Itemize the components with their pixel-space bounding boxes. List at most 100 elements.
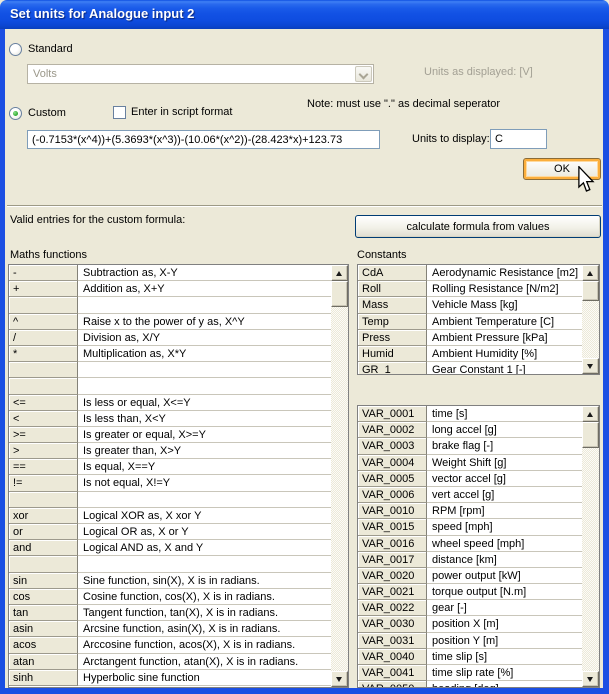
variables-rows: VAR_0001time [s]VAR_0002long accel [g]VA… <box>358 406 582 687</box>
table-row: VAR_0030position X [m] <box>358 616 582 632</box>
row-key-cell: VAR_0004 <box>358 455 427 471</box>
table-row: acosArccosine function, acos(X), X is in… <box>9 637 331 653</box>
maths-scrollbar[interactable] <box>331 265 348 687</box>
scrollbar-thumb[interactable] <box>582 281 599 301</box>
row-desc-cell: vector accel [g] <box>427 471 582 487</box>
title-bar[interactable]: Set units for Analogue input 2 <box>0 0 609 29</box>
row-key-cell: VAR_0005 <box>358 471 427 487</box>
table-row <box>9 378 331 394</box>
row-desc-cell: Logical AND as, X and Y <box>78 540 331 556</box>
row-key-cell: VAR_0015 <box>358 519 427 535</box>
row-desc-cell: Rolling Resistance [N/m2] <box>427 281 582 297</box>
scroll-down-button[interactable] <box>582 358 599 374</box>
row-desc-cell: distance [km] <box>427 552 582 568</box>
row-desc-cell: Cosine function, cos(X), X is in radians… <box>78 589 331 605</box>
mouse-cursor-icon <box>577 166 595 196</box>
row-key-cell: sinh <box>9 670 78 686</box>
standard-radio-label: Standard <box>28 43 73 55</box>
constants-scrollbar[interactable] <box>582 265 599 374</box>
row-desc-cell: Is less than, X<Y <box>78 411 331 427</box>
row-desc-cell: gear [-] <box>427 600 582 616</box>
row-desc-cell: Weight Shift [g] <box>427 455 582 471</box>
row-key-cell: VAR_0003 <box>358 438 427 454</box>
row-key-cell: sin <box>9 573 78 589</box>
triangle-down-icon <box>587 677 593 682</box>
row-key-cell: <= <box>9 395 78 411</box>
triangle-up-icon <box>587 412 593 417</box>
row-key-cell <box>9 362 78 378</box>
row-desc-cell: position Y [m] <box>427 633 582 649</box>
scroll-down-button[interactable] <box>582 671 599 687</box>
table-row <box>9 297 331 313</box>
row-desc-cell: Raise x to the power of y as, X^Y <box>78 314 331 330</box>
chevron-down-icon <box>359 70 369 80</box>
row-key-cell: VAR_0040 <box>358 649 427 665</box>
table-row: tanTangent function, tan(X), X is in rad… <box>9 605 331 621</box>
scroll-up-button[interactable] <box>582 406 599 422</box>
row-key-cell: VAR_0010 <box>358 503 427 519</box>
row-desc-cell: Arctangent function, atan(X), X is in ra… <box>78 654 331 670</box>
table-row: asinArcsine function, asin(X), X is in r… <box>9 621 331 637</box>
row-key-cell: GR_1 <box>358 362 427 374</box>
table-row: VAR_0015speed [mph] <box>358 519 582 535</box>
scroll-up-button[interactable] <box>331 265 348 281</box>
table-row: orLogical OR as, X or Y <box>9 524 331 540</box>
table-row: TempAmbient Temperature [C] <box>358 314 582 330</box>
table-row: >=Is greater or equal, X>=Y <box>9 427 331 443</box>
row-desc-cell: Is not equal, X!=Y <box>78 475 331 491</box>
scrollbar-thumb[interactable] <box>582 422 599 448</box>
standard-radio[interactable] <box>9 43 22 56</box>
scroll-up-button[interactable] <box>582 265 599 281</box>
row-desc-cell: Subtraction as, X-Y <box>78 265 331 281</box>
formula-input[interactable] <box>27 130 380 149</box>
combobox-dropdown-button[interactable] <box>355 66 372 82</box>
scrollbar-track[interactable] <box>582 301 599 358</box>
row-desc-cell: heading [deg] <box>427 681 582 687</box>
calculate-formula-button[interactable]: calculate formula from values <box>355 215 601 238</box>
row-desc-cell: long accel [g] <box>427 422 582 438</box>
custom-radio[interactable] <box>9 107 22 120</box>
table-row <box>9 556 331 572</box>
table-row: <=Is less or equal, X<=Y <box>9 395 331 411</box>
script-format-checkbox[interactable] <box>113 106 126 119</box>
row-desc-cell: time slip [s] <box>427 649 582 665</box>
table-row: ==Is equal, X==Y <box>9 459 331 475</box>
valid-entries-label: Valid entries for the custom formula: <box>10 214 185 226</box>
row-key-cell <box>9 297 78 313</box>
row-desc-cell: Ambient Humidity [%] <box>427 346 582 362</box>
table-row: VAR_0010RPM [rpm] <box>358 503 582 519</box>
units-to-display-label: Units to display: <box>412 133 490 145</box>
row-desc-cell: Logical OR as, X or Y <box>78 524 331 540</box>
row-key-cell: and <box>9 540 78 556</box>
scrollbar-thumb[interactable] <box>331 281 348 307</box>
row-desc-cell <box>78 362 331 378</box>
row-key-cell: cos <box>9 589 78 605</box>
triangle-up-icon <box>336 271 342 276</box>
table-row: VAR_0016wheel speed [mph] <box>358 536 582 552</box>
row-key-cell: asin <box>9 621 78 637</box>
row-desc-cell: torque output [N.m] <box>427 584 582 600</box>
scroll-down-button[interactable] <box>331 671 348 687</box>
variables-scrollbar[interactable] <box>582 406 599 687</box>
section-divider <box>7 205 602 207</box>
constants-rows: CdAAerodynamic Resistance [m2]RollRollin… <box>358 265 582 374</box>
row-desc-cell <box>78 492 331 508</box>
row-desc-cell: vert accel [g] <box>427 487 582 503</box>
row-desc-cell: Is greater than, X>Y <box>78 443 331 459</box>
table-row: cosCosine function, cos(X), X is in radi… <box>9 589 331 605</box>
table-row: VAR_0050heading [deg] <box>358 681 582 687</box>
units-to-display-input[interactable] <box>490 129 547 149</box>
row-desc-cell: Arcsine function, asin(X), X is in radia… <box>78 621 331 637</box>
table-row: sinhHyperbolic sine function <box>9 670 331 686</box>
standard-units-combobox[interactable]: Volts <box>27 64 374 84</box>
scrollbar-track[interactable] <box>331 307 348 671</box>
table-row: VAR_0001time [s] <box>358 406 582 422</box>
maths-functions-table: -Subtraction as, X-Y+Addition as, X+Y^Ra… <box>8 264 349 688</box>
row-key-cell: VAR_0030 <box>358 616 427 632</box>
row-desc-cell: Ambient Pressure [kPa] <box>427 330 582 346</box>
row-key-cell: VAR_0031 <box>358 633 427 649</box>
scrollbar-track[interactable] <box>582 448 599 671</box>
row-key-cell: VAR_0041 <box>358 665 427 681</box>
row-key-cell: Humid <box>358 346 427 362</box>
radio-selected-dot <box>13 111 18 116</box>
